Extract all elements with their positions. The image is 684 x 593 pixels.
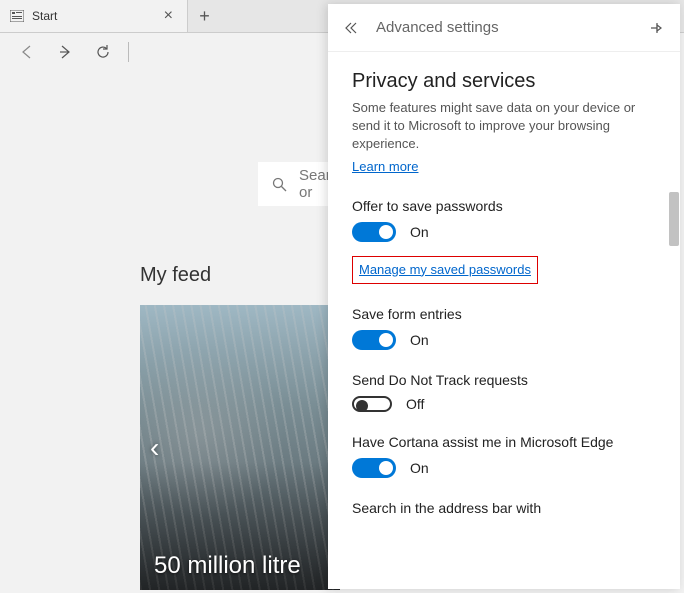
toolbar-separator bbox=[128, 42, 129, 62]
forward-button[interactable] bbox=[46, 33, 84, 71]
tab-close-button[interactable]: × bbox=[160, 7, 177, 25]
tab-start[interactable]: Start × bbox=[0, 0, 188, 32]
panel-title: Advanced settings bbox=[376, 19, 648, 36]
save-passwords-label: Offer to save passwords bbox=[352, 198, 656, 214]
feed-headline: 50 million litre bbox=[154, 552, 301, 580]
search-icon bbox=[272, 177, 287, 192]
form-entries-toggle[interactable] bbox=[352, 330, 396, 350]
back-button[interactable] bbox=[8, 33, 46, 71]
section-description: Some features might save data on your de… bbox=[352, 99, 656, 154]
feed-heading: My feed bbox=[140, 264, 211, 287]
settings-panel: Advanced settings Privacy and services S… bbox=[328, 4, 680, 589]
cortana-label: Have Cortana assist me in Microsoft Edge bbox=[352, 434, 656, 450]
dnt-label: Send Do Not Track requests bbox=[352, 372, 656, 388]
dnt-state: Off bbox=[406, 396, 424, 412]
manage-passwords-link[interactable]: Manage my saved passwords bbox=[359, 262, 531, 277]
form-entries-label: Save form entries bbox=[352, 306, 656, 322]
feed-prev-icon[interactable]: ‹ bbox=[150, 432, 159, 464]
scroll-thumb[interactable] bbox=[669, 192, 679, 246]
cortana-state: On bbox=[410, 460, 429, 476]
manage-passwords-highlight: Manage my saved passwords bbox=[352, 256, 538, 284]
form-entries-state: On bbox=[410, 332, 429, 348]
dnt-toggle[interactable] bbox=[352, 396, 392, 412]
save-passwords-toggle[interactable] bbox=[352, 222, 396, 242]
tab-title: Start bbox=[32, 9, 160, 23]
panel-scrollbar[interactable] bbox=[668, 52, 680, 589]
new-tab-button[interactable]: + bbox=[188, 0, 221, 32]
panel-body: Privacy and services Some features might… bbox=[328, 52, 680, 589]
learn-more-link[interactable]: Learn more bbox=[352, 159, 418, 174]
section-heading: Privacy and services bbox=[352, 70, 656, 93]
save-passwords-state: On bbox=[410, 224, 429, 240]
feed-card[interactable]: ‹ 50 million litre bbox=[140, 305, 340, 590]
panel-header: Advanced settings bbox=[328, 4, 680, 52]
address-search-label: Search in the address bar with bbox=[352, 500, 656, 516]
cortana-toggle[interactable] bbox=[352, 458, 396, 478]
pin-button[interactable] bbox=[648, 20, 664, 36]
panel-back-button[interactable] bbox=[344, 22, 360, 34]
tab-page-icon bbox=[10, 9, 24, 23]
refresh-button[interactable] bbox=[84, 33, 122, 71]
